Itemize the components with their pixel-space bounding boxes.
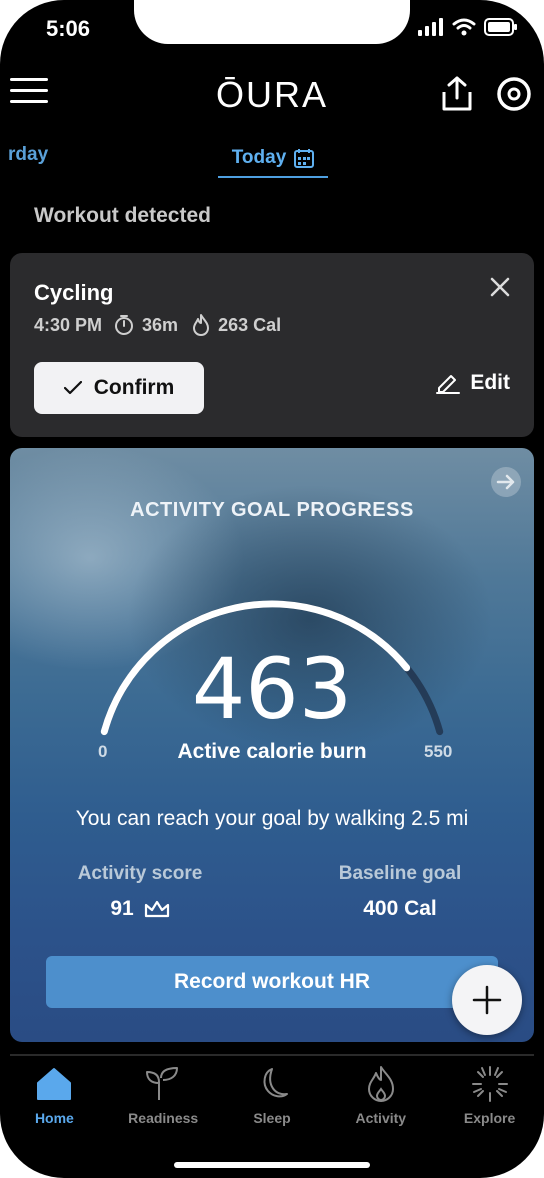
activity-score-label: Activity score [77, 863, 203, 884]
close-icon[interactable] [490, 277, 510, 297]
add-button[interactable] [452, 965, 522, 1035]
tab-divider [10, 1054, 534, 1056]
workout-meta: 4:30 PM 36m 263 Cal [34, 314, 281, 336]
baseline-goal-label: Baseline goal [338, 863, 462, 884]
date-navigation: rday Today [0, 140, 544, 184]
goal-suggestion: You can reach your goal by walking 2.5 m… [75, 807, 469, 830]
sparkle-icon [471, 1066, 508, 1102]
tab-readiness-label: Readiness [128, 1110, 199, 1126]
moon-icon [263, 1068, 288, 1098]
notch [134, 0, 410, 44]
tab-activity-label: Activity [355, 1110, 407, 1126]
record-workout-button[interactable]: Record workout HR [46, 956, 498, 1008]
wifi-icon [452, 18, 476, 36]
activity-goal-card[interactable]: ACTIVITY GOAL PROGRESS 463 0 Active calo… [10, 448, 534, 1042]
edit-button[interactable]: Edit [436, 371, 510, 395]
tab-sleep[interactable]: Sleep [218, 1060, 327, 1140]
date-previous[interactable]: rday [8, 144, 48, 166]
tab-home[interactable]: Home [0, 1060, 109, 1140]
gauge-max: 550 [424, 742, 453, 761]
workout-time: 4:30 PM [34, 314, 103, 335]
baseline-goal-value: 400 Cal [363, 897, 437, 920]
tab-sleep-label: Sleep [253, 1110, 291, 1126]
share-icon[interactable] [440, 76, 474, 112]
workout-calories: 263 Cal [218, 314, 282, 335]
date-today-label: Today [231, 147, 287, 168]
stopwatch-icon [115, 315, 134, 335]
workout-type: Cycling [34, 280, 114, 305]
status-icons [418, 18, 518, 36]
tab-activity[interactable]: Activity [326, 1060, 435, 1140]
activity-score-stat: Activity score 91 [40, 863, 240, 921]
workout-card: Cycling 4:30 PM 36m 263 Cal Confirm Edit [10, 253, 534, 437]
home-icon [37, 1068, 72, 1100]
tab-home-label: Home [34, 1110, 74, 1126]
activity-score-value-row: 91 [40, 897, 240, 921]
confirm-label: Confirm [93, 376, 175, 399]
pencil-icon [436, 375, 461, 394]
tab-explore[interactable]: Explore [435, 1060, 544, 1140]
gauge-label: Active calorie burn [177, 740, 367, 763]
flame-tab-icon [367, 1066, 394, 1102]
sprout-icon [146, 1067, 179, 1100]
tab-explore-label: Explore [463, 1110, 516, 1126]
flame-icon [193, 314, 210, 336]
home-indicator [174, 1162, 370, 1168]
activity-score-value: 91 [110, 897, 134, 920]
workout-duration: 36m [142, 314, 179, 335]
plus-icon [472, 985, 502, 1015]
top-bar: ŌURA [0, 60, 544, 130]
signal-icon [418, 18, 443, 36]
baseline-goal-stat: Baseline goal 400 Cal [300, 863, 500, 921]
crown-icon [144, 900, 169, 918]
phone-screen: 5:06 ŌURA rday Today Workout detected Cy… [0, 0, 544, 1178]
tab-bar: Home Readiness Sleep Activity Explore [0, 1060, 544, 1140]
calendar-icon [294, 149, 315, 168]
check-icon [63, 381, 82, 395]
ring-icon[interactable] [496, 76, 532, 112]
edit-label: Edit [470, 371, 510, 394]
status-time: 5:06 [46, 16, 91, 41]
date-today-tab[interactable]: Today [218, 140, 328, 178]
battery-icon [484, 18, 517, 36]
confirm-button[interactable]: Confirm [34, 362, 204, 414]
section-title: Workout detected [34, 204, 211, 227]
calorie-value: 463 [191, 640, 353, 738]
tab-readiness[interactable]: Readiness [109, 1060, 218, 1140]
